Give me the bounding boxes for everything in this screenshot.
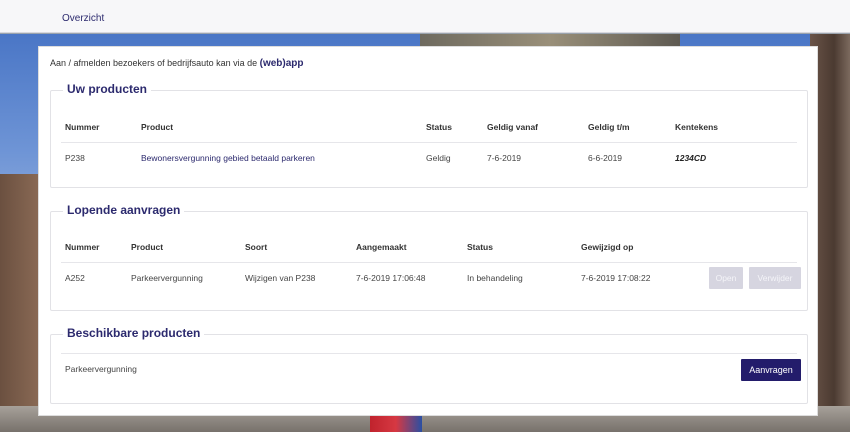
top-nav-bar: Overzicht	[0, 0, 850, 33]
requests-row-status: In behandeling	[467, 273, 523, 283]
products-header-product: Product	[141, 122, 174, 132]
products-row-number: P238	[65, 153, 85, 163]
products-panel-title: Uw producten	[63, 82, 151, 96]
products-header-valid-from: Geldig vanaf	[487, 122, 539, 132]
available-products-divider	[61, 353, 797, 354]
requests-row-modified: 7-6-2019 17:08:22	[581, 273, 651, 283]
products-row-valid-from: 7-6-2019	[487, 153, 522, 163]
available-products-panel: Beschikbare producten Parkeervergunning …	[50, 326, 808, 404]
main-card: Aan / afmelden bezoekers of bedrijfsauto…	[38, 46, 818, 416]
products-header-divider	[61, 142, 797, 143]
products-row-product-link[interactable]: Bewonersvergunning gebied betaald parker…	[141, 153, 315, 163]
products-header-valid-to: Geldig t/m	[588, 122, 630, 132]
requests-header-status: Status	[467, 242, 493, 252]
requests-header-divider	[61, 262, 797, 263]
requests-row-product: Parkeervergunning	[131, 273, 203, 283]
background-building-left	[0, 174, 40, 432]
requests-header-kind: Soort	[245, 242, 268, 252]
requests-panel: Lopende aanvragen Nummer Product Soort A…	[50, 203, 808, 311]
available-product-name: Parkeervergunning	[65, 364, 137, 374]
requests-row-kind: Wijzigen van P238	[245, 273, 316, 283]
requests-panel-title: Lopende aanvragen	[63, 203, 185, 217]
requests-header-created: Aangemaakt	[356, 242, 407, 252]
requests-header-modified: Gewijzigd op	[581, 242, 634, 252]
intro-message: Aan / afmelden bezoekers of bedrijfsauto…	[50, 58, 260, 68]
products-header-status: Status	[426, 122, 452, 132]
products-header-plates: Kentekens	[675, 122, 718, 132]
requests-header-product: Product	[131, 242, 164, 252]
products-row-valid-to: 6-6-2019	[588, 153, 623, 163]
webapp-link[interactable]: (web)app	[260, 58, 304, 69]
intro-text: Aan / afmelden bezoekers of bedrijfsauto…	[50, 58, 304, 69]
requests-row-created: 7-6-2019 17:06:48	[356, 273, 426, 283]
products-row-plates: 1234CD	[675, 153, 707, 163]
nav-overview-link[interactable]: Overzicht	[62, 13, 104, 24]
open-request-button[interactable]: Open	[709, 267, 743, 289]
available-products-panel-title: Beschikbare producten	[63, 326, 205, 340]
requests-row-number: A252	[65, 273, 85, 283]
products-panel: Uw producten Nummer Product Status Geldi…	[50, 82, 808, 188]
products-header-number: Nummer	[65, 122, 100, 132]
request-product-button[interactable]: Aanvragen	[741, 359, 801, 381]
products-row-status: Geldig	[426, 153, 451, 163]
delete-request-button[interactable]: Verwijder	[749, 267, 801, 289]
requests-header-number: Nummer	[65, 242, 100, 252]
